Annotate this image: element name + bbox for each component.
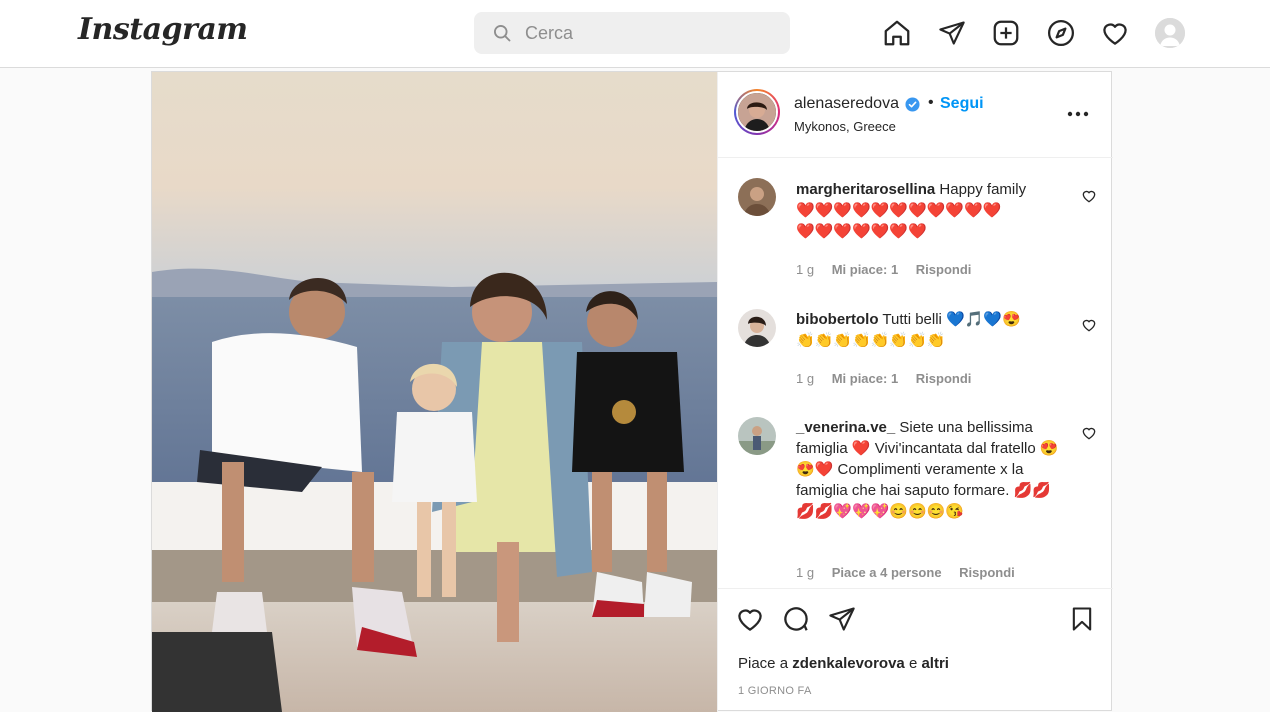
post-header: alenaseredova • Segui Mykonos, Greece [718,72,1113,158]
share-icon[interactable] [826,603,858,635]
like-comment-icon[interactable] [1081,425,1097,441]
reply-button[interactable]: Rispondi [916,371,972,386]
comment-username[interactable]: bibobertolo [796,311,879,328]
commenter-avatar[interactable] [738,178,776,216]
like-icon[interactable] [734,603,766,635]
direct-icon[interactable] [935,16,969,50]
comment-meta: 1 g Mi piace: 1 Rispondi [796,371,985,386]
comment-time: 1 g [796,565,815,580]
comment-likes[interactable]: Piace a 4 persone [832,565,942,580]
comment-likes[interactable]: Mi piace: 1 [832,262,898,277]
comment-message: Happy family [939,181,1027,198]
likes-and: e [908,655,918,672]
post-photo[interactable] [152,72,717,712]
top-navigation-bar: Instagram Cerca [0,0,1270,68]
like-comment-icon[interactable] [1081,317,1097,333]
comment-emoji-inline: 💙🎵💙😍 [946,311,1021,328]
like-comment-icon[interactable] [1081,188,1097,204]
search-input[interactable]: Cerca [525,23,573,44]
new-post-icon[interactable] [989,16,1023,50]
search-box[interactable]: Cerca [474,12,790,54]
comment-emoji-line: ❤️❤️❤️❤️❤️❤️❤️❤️❤️❤️❤️ [796,202,1002,219]
search-icon [494,25,511,42]
comment-icon[interactable] [780,603,812,635]
reply-button[interactable]: Rispondi [916,262,972,277]
post-actions: Piace a zdenkalevorova e altri 1 GIORNO … [718,588,1113,712]
profile-avatar[interactable] [1155,18,1185,48]
post-card: alenaseredova • Segui Mykonos, Greece ma… [151,71,1113,712]
activity-heart-icon[interactable] [1098,16,1132,50]
instagram-logo[interactable]: Instagram [78,12,248,47]
comment-emoji-line: ❤️❤️❤️❤️❤️❤️❤️ [796,223,927,240]
author-username[interactable]: alenaseredova [794,95,899,113]
commenter-avatar[interactable] [738,309,776,347]
home-icon[interactable] [880,16,914,50]
more-options-icon[interactable] [1063,102,1093,126]
save-bookmark-icon[interactable] [1066,603,1098,635]
comment-time: 1 g [796,371,815,386]
header-separator: • [928,94,934,111]
explore-icon[interactable] [1044,16,1078,50]
comment-message: Tutti belli [882,311,942,328]
comment-likes[interactable]: Mi piace: 1 [832,371,898,386]
post-location[interactable]: Mykonos, Greece [794,119,896,134]
reply-button[interactable]: Rispondi [959,565,1015,580]
author-avatar[interactable] [734,89,780,135]
post-sidebar: alenaseredova • Segui Mykonos, Greece ma… [717,72,1113,712]
verified-badge-icon [905,97,920,112]
comment-text: _venerina.ve_ Siete una bellissima famig… [796,417,1066,522]
comment-username[interactable]: _venerina.ve_ [796,419,895,436]
likes-username[interactable]: zdenkalevorova [792,655,905,672]
comment-emoji-line: 👏👏👏👏👏👏👏👏 [796,332,946,349]
family-photo-image [152,72,717,712]
likes-others-link[interactable]: altri [921,655,949,672]
commenter-avatar[interactable] [738,417,776,455]
comment-text: bibobertolo Tutti belli 💙🎵💙😍 👏👏👏👏👏👏👏👏 [796,309,1066,351]
comments-list: margheritarosellina Happy family ❤️❤️❤️❤… [718,159,1113,587]
comment-text: margheritarosellina Happy family ❤️❤️❤️❤… [796,179,1066,242]
likes-prefix: Piace a [738,655,789,672]
comment-time: 1 g [796,262,815,277]
comment-username[interactable]: margheritarosellina [796,181,935,198]
comment-meta: 1 g Piace a 4 persone Rispondi [796,565,1029,580]
post-timestamp[interactable]: 1 GIORNO FA [738,685,812,697]
follow-button[interactable]: Segui [940,95,984,113]
likes-summary: Piace a zdenkalevorova e altri [738,655,949,672]
comment-meta: 1 g Mi piace: 1 Rispondi [796,262,985,277]
